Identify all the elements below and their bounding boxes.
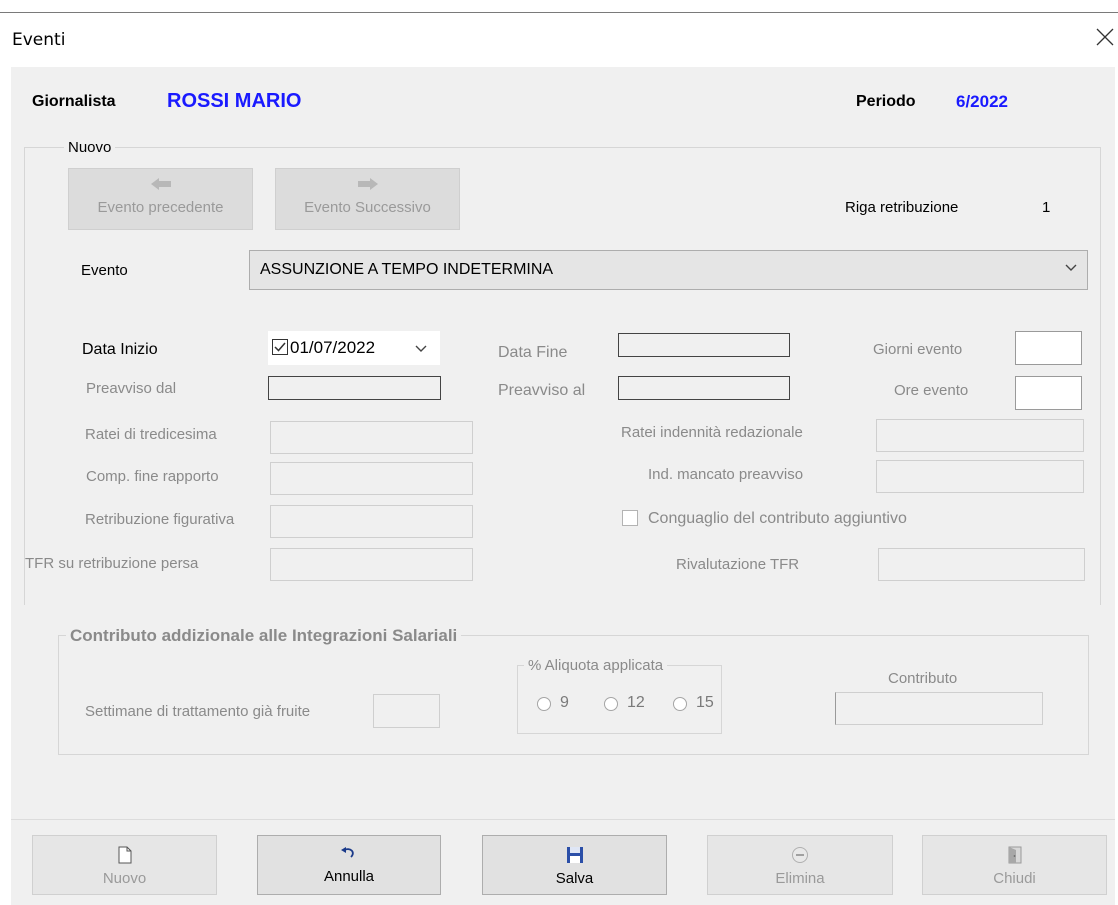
nuovo-legend: Nuovo [64, 139, 116, 156]
elimina-button[interactable]: Elimina [707, 835, 893, 895]
ore-evento-label: Ore evento [894, 382, 969, 399]
ratei-tredicesima-field[interactable] [270, 421, 473, 454]
tfr-retribuzione-persa-field[interactable] [270, 548, 473, 581]
ratei-indennita-field[interactable] [876, 419, 1084, 452]
close-icon[interactable] [1094, 26, 1116, 48]
retribuzione-figurativa-field[interactable] [270, 505, 473, 538]
periodo-label: Periodo [856, 93, 916, 110]
data-fine-field[interactable] [618, 333, 790, 357]
preavviso-dal-label: Preavviso dal [86, 380, 177, 397]
ratei-tredicesima-label: Ratei di tredicesima [85, 426, 217, 443]
elimina-button-label: Elimina [775, 870, 825, 887]
data-inizio-value: 01/07/2022 [290, 338, 376, 357]
undo-icon [258, 846, 440, 866]
chevron-down-icon[interactable] [1063, 259, 1079, 279]
annulla-button-label: Annulla [323, 868, 375, 885]
giornalista-label: Giornalista [32, 93, 116, 110]
settimane-label: Settimane di trattamento già fruite [85, 703, 311, 720]
contributo-legend: Contributo addizionale alle Integrazioni… [66, 626, 462, 646]
new-document-icon [33, 846, 216, 868]
delete-circle-icon [708, 846, 892, 868]
giornalista-name: ROSSI MARIO [167, 90, 302, 112]
chiudi-button[interactable]: Chiudi [922, 835, 1107, 895]
aliquota-radio-15[interactable] [673, 697, 687, 711]
conguaglio-checkbox[interactable] [622, 510, 638, 526]
contributo-label: Contributo [888, 670, 958, 687]
window-top-border [0, 12, 1118, 13]
comp-fine-rapporto-label: Comp. fine rapporto [86, 468, 219, 485]
giorni-evento-field[interactable] [1015, 331, 1082, 365]
rivalutazione-tfr-label: Rivalutazione TFR [676, 556, 800, 573]
data-inizio-picker[interactable]: 01/07/2022 [268, 331, 440, 365]
contributo-field[interactable] [835, 692, 1043, 725]
rivalutazione-tfr-field[interactable] [878, 548, 1085, 581]
preavviso-al-label: Preavviso al [498, 382, 586, 399]
chevron-down-icon[interactable] [414, 341, 428, 359]
aliquota-legend: % Aliquota applicata [524, 657, 668, 674]
salva-button-label: Salva [555, 870, 594, 887]
chiudi-button-label: Chiudi [993, 870, 1036, 887]
arrow-right-icon [276, 177, 459, 195]
previous-event-label: Evento precedente [97, 199, 224, 216]
evento-label: Evento [81, 262, 128, 279]
settimane-field[interactable] [373, 694, 440, 728]
ind-mancato-preavviso-label: Ind. mancato preavviso [648, 466, 804, 483]
riga-retribuzione-label: Riga retribuzione [845, 199, 959, 216]
next-event-label: Evento Successivo [304, 199, 431, 216]
data-inizio-label: Data Inizio [82, 341, 158, 358]
previous-event-button[interactable]: Evento precedente [68, 168, 253, 230]
preavviso-al-field[interactable] [618, 376, 790, 400]
periodo-value: 6/2022 [956, 92, 1008, 111]
giorni-evento-label: Giorni evento [873, 341, 963, 358]
ratei-indennita-label: Ratei indennità redazionale [621, 424, 803, 441]
aliquota-radio-12[interactable] [604, 697, 618, 711]
salva-button[interactable]: Salva [482, 835, 667, 895]
nuovo-button-label: Nuovo [102, 870, 147, 887]
conguaglio-label: Conguaglio del contributo aggiuntivo [648, 510, 907, 527]
data-fine-label: Data Fine [498, 344, 568, 361]
aliquota-option-12: 12 [627, 694, 645, 711]
checkbox-checked-icon[interactable] [272, 339, 288, 359]
arrow-left-icon [69, 177, 252, 195]
retribuzione-figurativa-label: Retribuzione figurativa [85, 511, 235, 528]
tfr-retribuzione-persa-label: TFR su retribuzione persa [25, 555, 199, 572]
aliquota-radio-9[interactable] [537, 697, 551, 711]
nuovo-button[interactable]: Nuovo [32, 835, 217, 895]
aliquota-option-9: 9 [560, 694, 569, 711]
next-event-button[interactable]: Evento Successivo [275, 168, 460, 230]
preavviso-dal-field[interactable] [268, 376, 441, 400]
exit-door-icon [923, 846, 1106, 868]
annulla-button[interactable]: Annulla [257, 835, 441, 895]
evento-select-value: ASSUNZIONE A TEMPO INDETERMINA [260, 261, 554, 278]
window-title: Eventi [12, 30, 66, 50]
aliquota-option-15: 15 [696, 694, 714, 711]
evento-select[interactable]: ASSUNZIONE A TEMPO INDETERMINA [249, 250, 1088, 290]
floppy-disk-icon [483, 846, 666, 868]
riga-retribuzione-value: 1 [1042, 199, 1051, 216]
ind-mancato-preavviso-field[interactable] [876, 460, 1084, 493]
ore-evento-field[interactable] [1015, 376, 1082, 410]
comp-fine-rapporto-field[interactable] [270, 462, 473, 495]
